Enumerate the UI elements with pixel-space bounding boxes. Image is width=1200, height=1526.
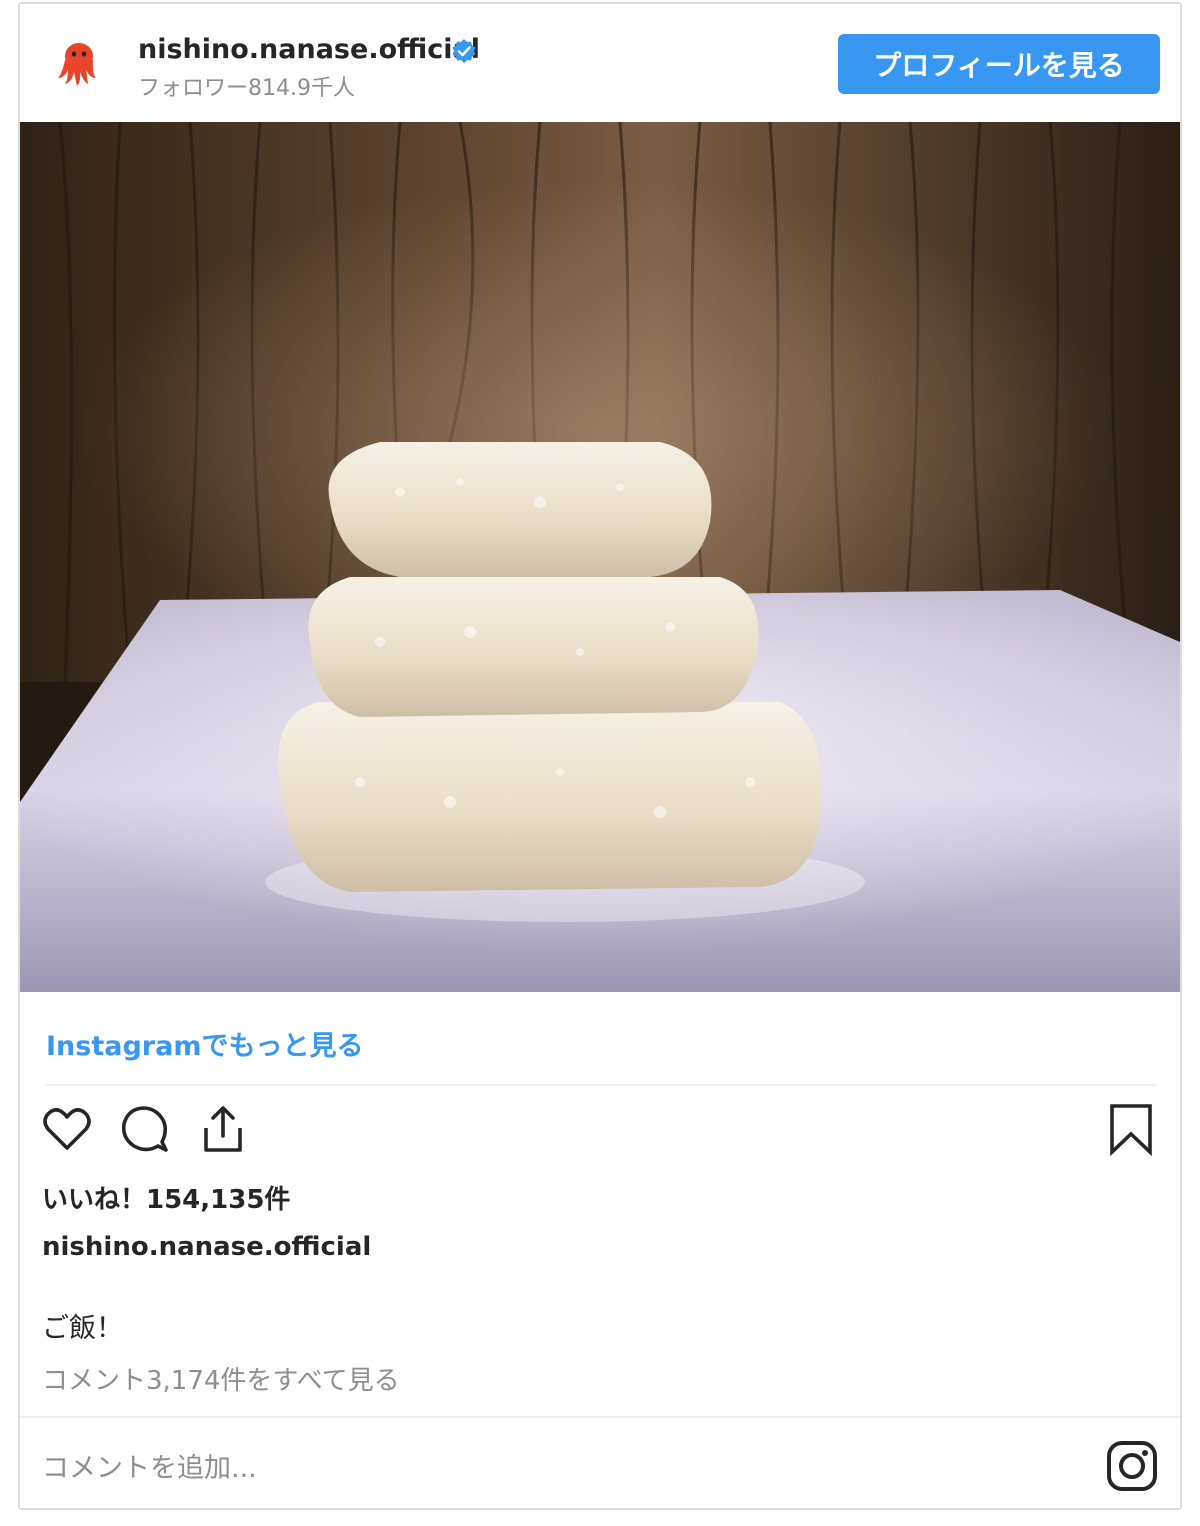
divider [46,1084,1156,1086]
verified-badge-icon [452,39,476,63]
view-profile-button[interactable]: プロフィールを見る [838,34,1160,94]
post-caption: ご飯！ [42,1313,123,1344]
heart-icon[interactable] [40,1102,94,1156]
view-all-comments-link[interactable]: コメント3,174件をすべて見る [42,1360,400,1397]
post-photo[interactable] [20,122,1180,992]
add-comment-field[interactable]: コメントを追加... [42,1446,257,1485]
instagram-icon[interactable] [1106,1440,1158,1492]
comment-bubble-icon[interactable] [118,1102,172,1156]
octopus-avatar[interactable] [50,34,108,92]
account-username[interactable]: nishino.nanase.official [138,34,480,65]
follower-count: フォロワー814.9千人 [138,76,355,101]
caption-username[interactable]: nishino.nanase.official [42,1232,371,1262]
view-more-on-instagram-link[interactable]: Instagramでもっと見る [46,1024,363,1063]
post-header: nishino.nanase.official フォロワー814.9千人 プロフ… [20,4,1180,122]
share-icon[interactable] [196,1102,250,1156]
bookmark-icon[interactable] [1104,1102,1158,1156]
instagram-embed-card: nishino.nanase.official フォロワー814.9千人 プロフ… [18,2,1182,1510]
divider [20,1416,1180,1418]
like-count[interactable]: いいね！154,135件 [42,1179,290,1216]
